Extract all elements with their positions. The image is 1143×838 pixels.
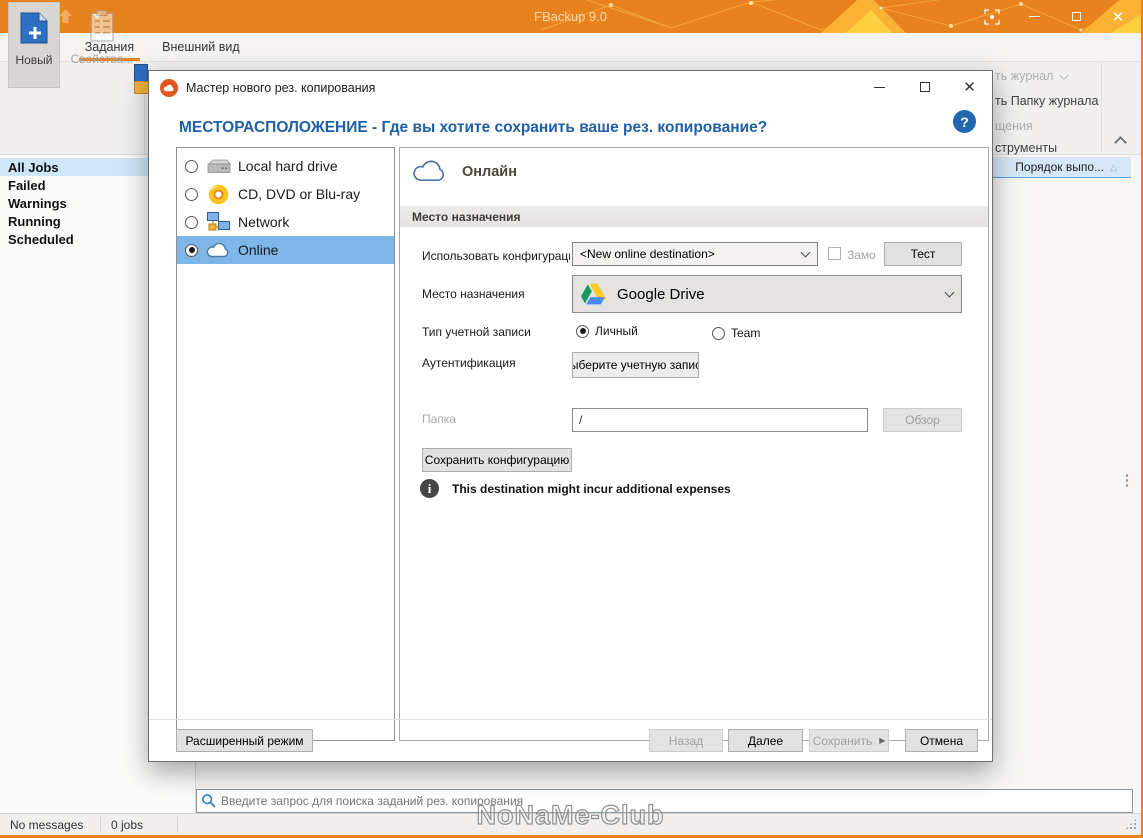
ribbon-item-notifications[interactable]: щения: [995, 119, 1033, 133]
dialog-close-button[interactable]: ✕: [947, 71, 992, 103]
wizard-dialog: Мастер нового рез. копирования ✕ МЕСТОРА…: [148, 70, 993, 762]
cloud-large-icon: [412, 160, 448, 183]
config-combobox[interactable]: <New online destination>: [572, 242, 818, 266]
cloud-icon: [205, 239, 231, 261]
close-button[interactable]: ✕: [1097, 0, 1139, 33]
properties-icon: [88, 10, 116, 44]
dialog-minimize-button[interactable]: [857, 71, 902, 103]
sort-ascending-icon: △: [1110, 162, 1117, 173]
save-configuration-button[interactable]: Сохранить конфигурацию: [422, 448, 572, 472]
destination-type-list: Local hard drive CD, DVD or Blu-ray: [176, 147, 395, 741]
status-jobs-count: 0 jobs: [101, 818, 177, 832]
ribbon-properties-label: Свойства...: [71, 52, 134, 66]
lock-checkbox[interactable]: [828, 247, 841, 260]
dialog-titlebar: Мастер нового рез. копирования ✕: [149, 71, 992, 104]
destination-option-local[interactable]: Local hard drive: [177, 152, 394, 180]
search-input[interactable]: [221, 794, 1132, 808]
destination-combobox[interactable]: Google Drive: [572, 275, 962, 313]
panel-title: Онлайн: [462, 164, 517, 180]
online-settings-panel: Онлайн Место назначения Использовать кон…: [399, 147, 989, 741]
radio-cd-dvd[interactable]: [185, 188, 198, 201]
save-split-button[interactable]: Сохранить▶: [809, 729, 889, 752]
team-radio[interactable]: Team: [712, 326, 760, 340]
maximize-button[interactable]: [1055, 0, 1097, 33]
ribbon-item-journal[interactable]: ть журнал: [995, 69, 1066, 83]
lock-checkbox-label: Замо: [847, 248, 876, 262]
back-button[interactable]: Назад: [649, 729, 723, 752]
wizard-heading: МЕСТОРАСПОЛОЖЕНИЕ - Где вы хотите сохран…: [179, 119, 767, 137]
hard-drive-icon: [205, 155, 231, 177]
app-window: FBackup 9.0 ✕ Файл Задания Внешний вид Н…: [0, 0, 1143, 838]
ribbon-properties-button[interactable]: Свойства...: [66, 2, 138, 88]
config-label: Использовать конфигураци: [422, 249, 570, 263]
authentication-label: Аутентификация: [422, 356, 516, 370]
google-drive-icon: [580, 282, 607, 306]
search-bar: [196, 789, 1133, 813]
window-controls: ✕: [971, 0, 1139, 33]
help-icon[interactable]: ?: [953, 110, 976, 133]
destination-option-online[interactable]: Online: [177, 236, 394, 264]
radio-network[interactable]: [185, 216, 198, 229]
footer-separator: [149, 719, 992, 720]
destination-group-header: Место назначения: [400, 206, 988, 227]
ribbon-separator: [1101, 62, 1102, 155]
folder-label: Папка: [422, 412, 456, 426]
splitter-handle[interactable]: [1125, 473, 1129, 489]
menubar: Файл Задания Внешний вид: [0, 33, 1141, 62]
save-dropdown-icon: ▶: [879, 736, 885, 745]
folder-input[interactable]: /: [572, 408, 868, 432]
destination-option-network[interactable]: Network: [177, 208, 394, 236]
app-titlebar: FBackup 9.0 ✕: [0, 0, 1141, 33]
resize-grip[interactable]: [1125, 818, 1137, 830]
info-text: This destination might incur additional …: [452, 482, 731, 496]
radio-local[interactable]: [185, 160, 198, 173]
ribbon-item-tools[interactable]: струменты: [995, 141, 1057, 155]
minimize-button[interactable]: [1013, 0, 1055, 33]
cancel-button[interactable]: Отмена: [905, 729, 978, 752]
destination-option-cd-dvd[interactable]: CD, DVD or Blu-ray: [177, 180, 394, 208]
account-type-label: Тип учетной записи: [422, 325, 531, 339]
dialog-window-controls: ✕: [857, 71, 992, 103]
search-icon: [201, 793, 217, 809]
info-note: i This destination might incur additiona…: [420, 479, 731, 498]
destination-label: Место назначения: [422, 287, 525, 301]
capture-mode-icon[interactable]: [971, 0, 1013, 33]
chevron-down-icon: [945, 288, 955, 298]
wizard-app-icon: [160, 79, 178, 97]
menu-view[interactable]: Внешний вид: [148, 33, 253, 61]
personal-radio[interactable]: Личный: [576, 324, 638, 338]
info-icon: i: [420, 479, 439, 498]
choose-account-button[interactable]: ыберите учетную запис: [572, 352, 699, 378]
next-button[interactable]: Далее: [728, 729, 803, 752]
network-icon: [205, 211, 231, 233]
status-messages: No messages: [0, 818, 100, 832]
radio-online[interactable]: [185, 244, 198, 257]
statusbar: No messages 0 jobs: [0, 813, 1141, 838]
ribbon-new-label: Новый: [15, 53, 52, 67]
advanced-mode-button[interactable]: Расширенный режим: [176, 729, 313, 752]
ribbon-item-journal-folder[interactable]: ть Папку журнала: [995, 94, 1098, 108]
dialog-maximize-button[interactable]: [902, 71, 947, 103]
optical-disc-icon: [205, 183, 231, 205]
chevron-down-icon: [801, 248, 811, 258]
new-job-icon: [19, 11, 49, 45]
dialog-title: Мастер нового рез. копирования: [186, 81, 375, 95]
test-button[interactable]: Тест: [884, 242, 962, 266]
ribbon-new-button[interactable]: Новый: [8, 2, 60, 88]
browse-button[interactable]: Обзор: [883, 408, 962, 432]
